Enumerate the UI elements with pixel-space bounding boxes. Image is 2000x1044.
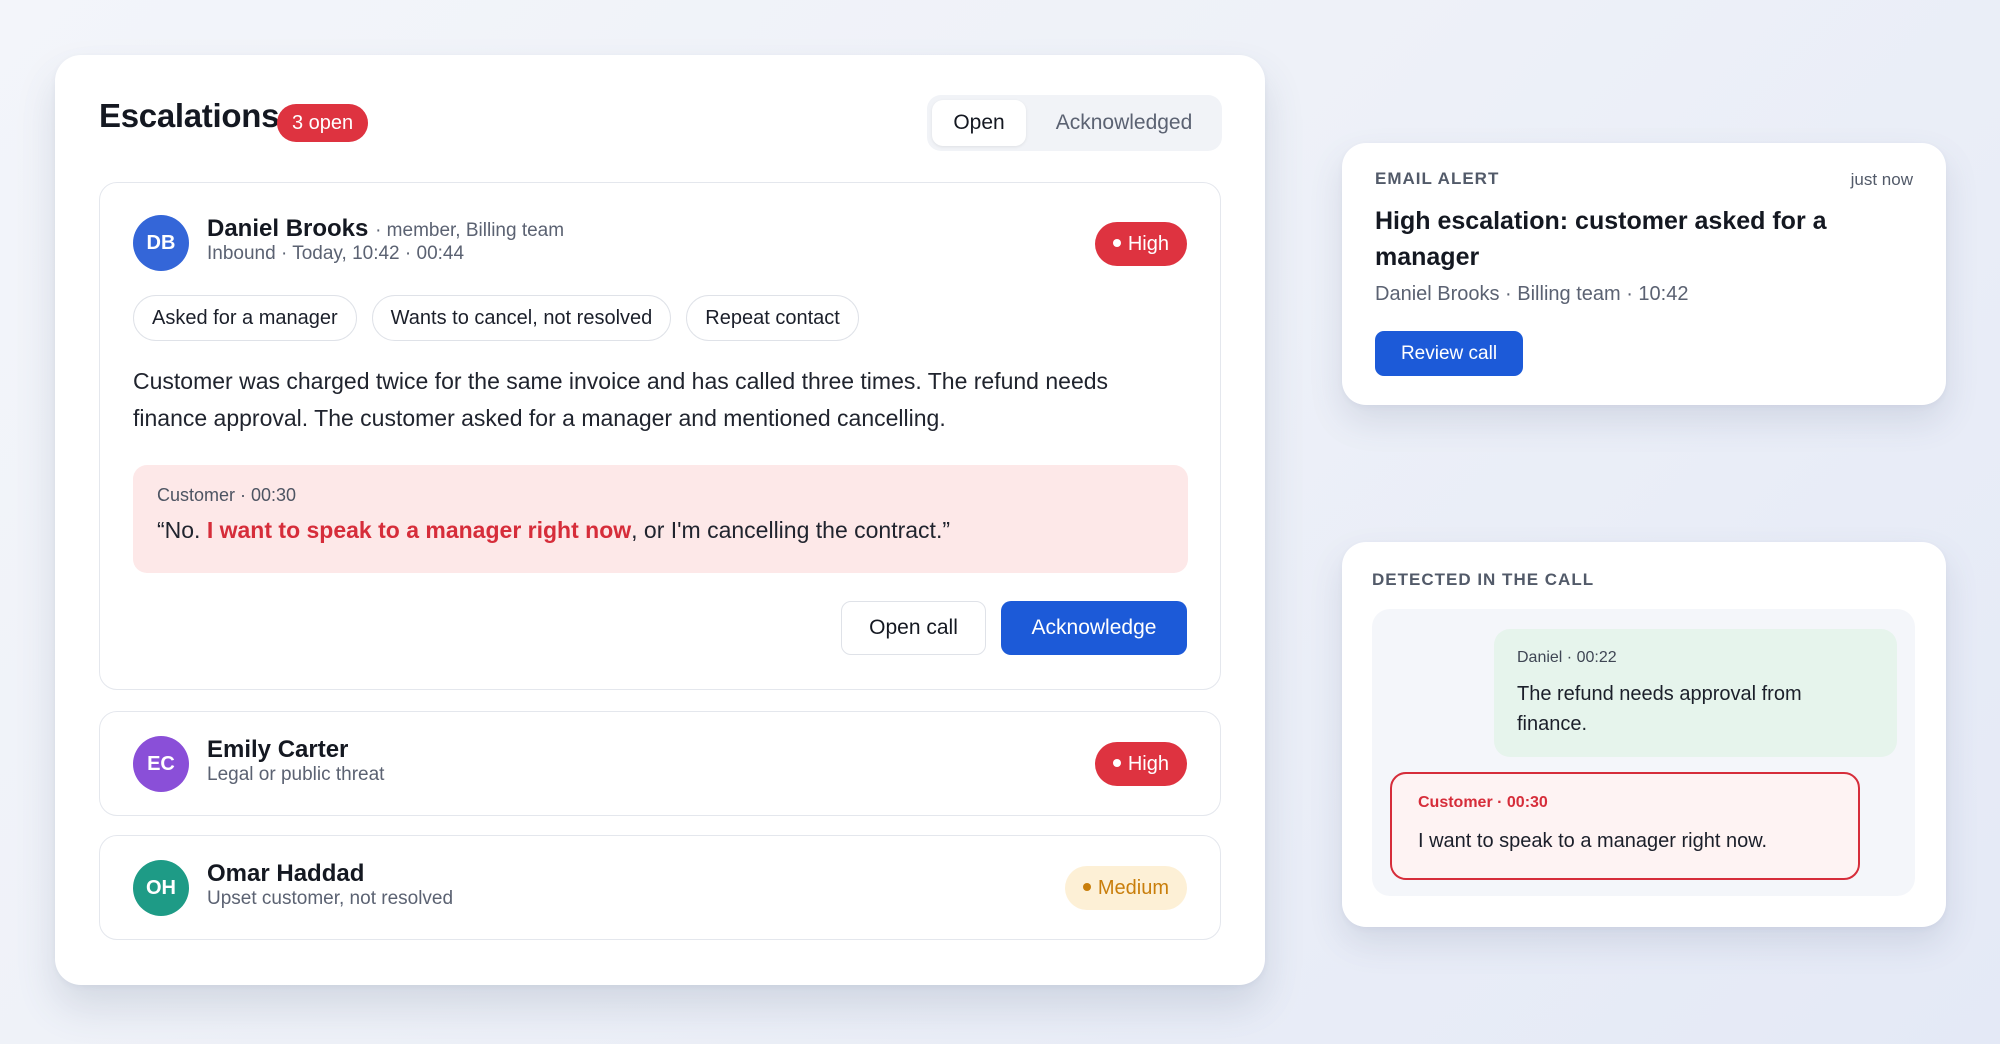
open-call-button[interactable]: Open call [841,601,986,655]
alert-timestamp: just now [1850,170,1913,189]
status-filter: Open Acknowledged [927,95,1222,151]
escalation-card[interactable]: OH Omar Haddad Upset customer, not resol… [99,835,1221,940]
quote-suffix: , or I'm cancelling the contract.” [631,517,950,543]
detected-card: DETECTED IN THE CALL Daniel · 00:22 The … [1342,542,1946,927]
priority-label: Medium [1097,877,1169,899]
avatar: DB [133,215,189,271]
quote-prefix: “No. [157,517,207,543]
avatar: EC [133,736,189,792]
agent-message: Daniel · 00:22 The refund needs approval… [1494,629,1897,757]
caller-role: · member, Billing team [375,220,565,241]
message-text: The refund needs approval from finance. [1517,683,1802,735]
open-count-badge: 3 open [277,104,369,142]
priority-label: High [1127,753,1169,775]
caller-name: Daniel Brooks · member, Billing team [207,215,564,243]
alert-kicker: EMAIL ALERT [1375,169,1500,188]
priority-badge: High [1094,222,1187,266]
priority-dot-icon [1112,238,1121,247]
quote-highlight: I want to speak to a manager right now [206,517,632,543]
call-summary: Customer was charged twice for the same … [133,368,1109,431]
quote-meta: Customer · 00:30 [157,485,297,505]
call-details: Upset customer, not resolved [207,888,454,909]
priority-badge: Medium [1064,866,1187,910]
escalation-card[interactable]: DB Daniel Brooks · member, Billing team … [99,182,1221,690]
escalations-panel: Escalations 3 open Open Acknowledged DB … [55,55,1265,985]
tag-chip: Repeat contact [686,295,859,341]
tag-chip: Asked for a manager [133,295,357,341]
avatar: OH [133,860,189,916]
caller-name: Emily Carter [207,736,349,763]
tab-open[interactable]: Open [932,100,1026,146]
tag-list: Asked for a manager Wants to cancel, not… [133,295,859,341]
message-text: I want to speak to a manager right now. [1418,830,1768,852]
caller-name-text: Daniel Brooks [207,215,369,242]
review-call-button[interactable]: Review call [1375,331,1523,376]
priority-badge: High [1094,742,1187,786]
escalation-card[interactable]: EC Emily Carter Legal or public threat H… [99,711,1221,816]
customer-message: Customer · 00:30 I want to speak to a ma… [1390,772,1860,880]
alert-title: High escalation: customer asked for a ma… [1375,207,1827,271]
call-details: Inbound · Today, 10:42 · 00:44 [207,243,465,264]
caller-name: Omar Haddad [207,860,365,887]
alert-meta: Daniel Brooks · Billing team · 10:42 [1375,283,1689,305]
email-alert-card: EMAIL ALERT just now High escalation: cu… [1342,143,1946,405]
tag-chip: Wants to cancel, not resolved [371,295,672,341]
priority-dot-icon [1082,882,1091,891]
priority-label: High [1127,233,1169,255]
message-meta: Customer · 00:30 [1418,794,1548,811]
acknowledge-button[interactable]: Acknowledge [1001,601,1187,655]
page-title: Escalations [99,97,280,134]
key-quote: Customer · 00:30 “No. I want to speak to… [133,465,1188,573]
call-details: Legal or public threat [207,764,385,785]
message-meta: Daniel · 00:22 [1517,649,1617,666]
quote-text: “No. I want to speak to a manager right … [157,517,950,544]
priority-dot-icon [1112,758,1121,767]
detected-kicker: DETECTED IN THE CALL [1372,570,1595,589]
transcript-excerpt: Daniel · 00:22 The refund needs approval… [1372,609,1915,896]
tab-acknowledged[interactable]: Acknowledged [1031,100,1217,146]
